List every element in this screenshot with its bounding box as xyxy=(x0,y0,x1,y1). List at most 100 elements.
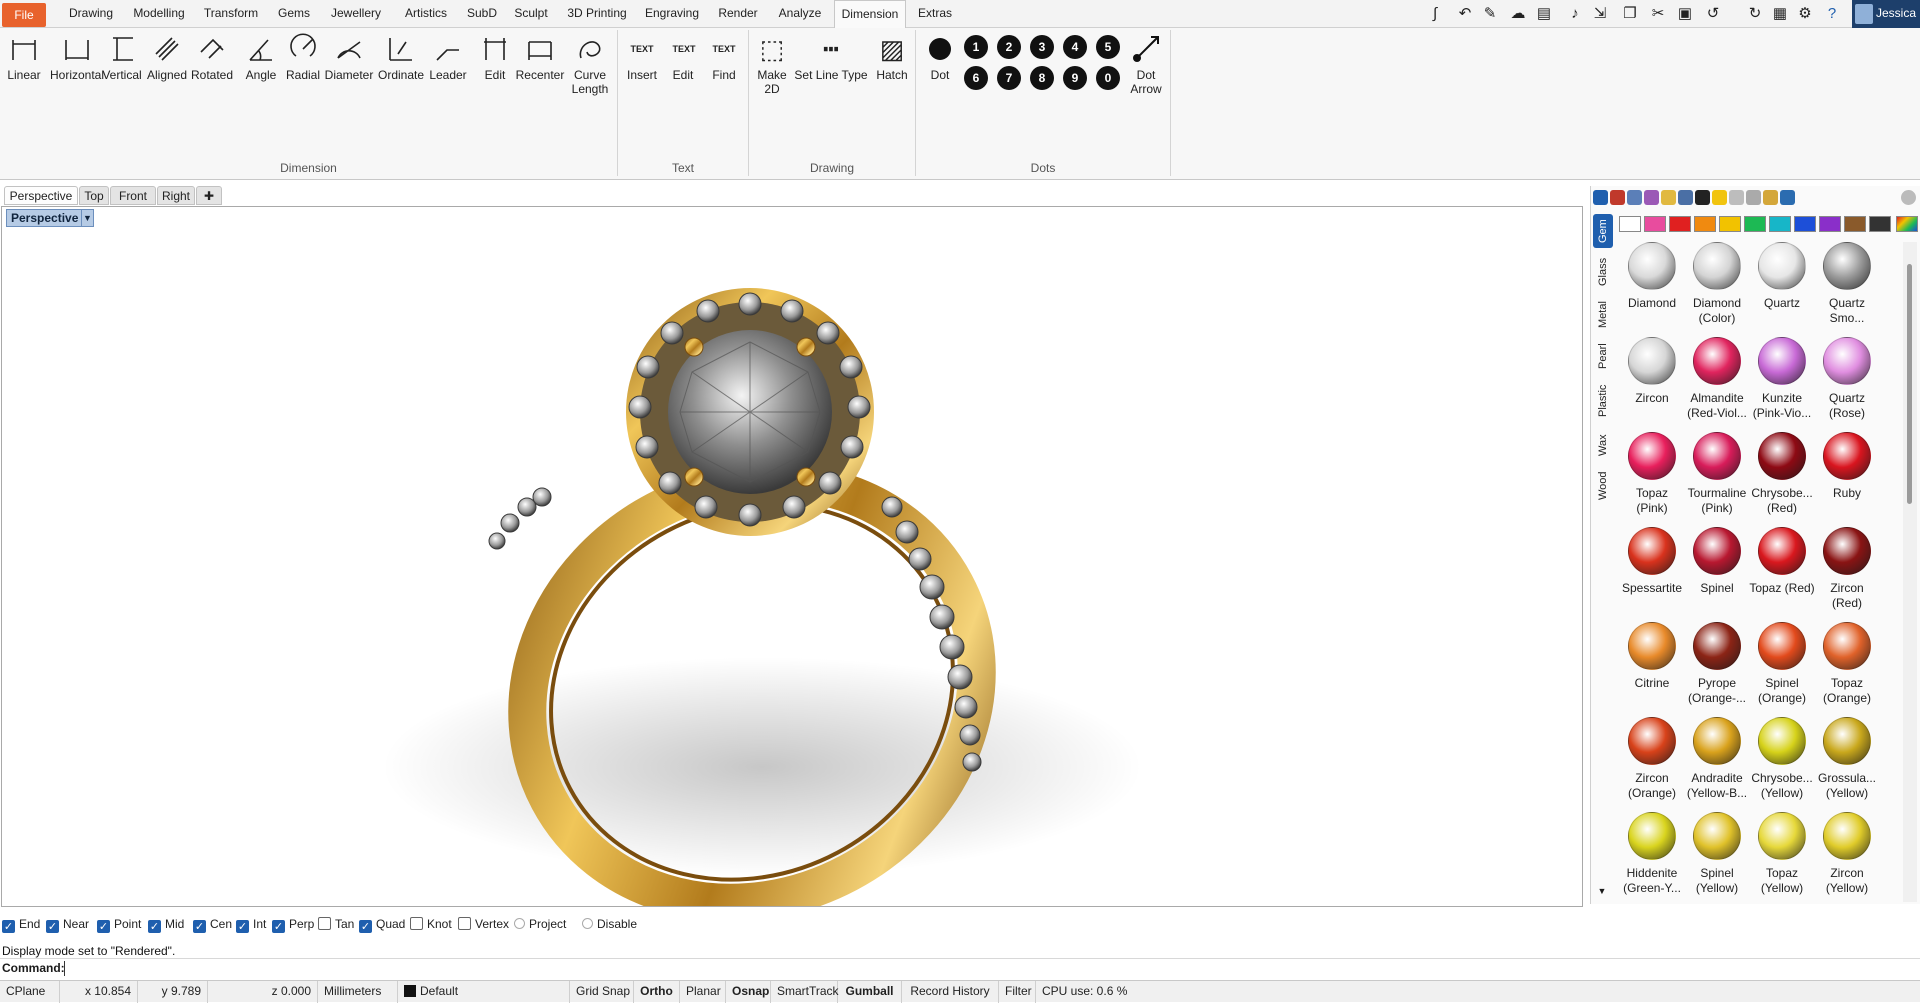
osnap-near[interactable]: Near xyxy=(46,916,89,933)
osnap-int[interactable]: Int xyxy=(236,916,266,933)
gem-andradite-yellow-b[interactable]: Andradite (Yellow-B... xyxy=(1684,717,1750,811)
text-insert-tool[interactable]: TEXT Insert xyxy=(624,32,660,132)
gem-grossula-yellow[interactable]: Grossula... (Yellow) xyxy=(1814,717,1880,811)
gear-icon[interactable] xyxy=(1901,190,1916,205)
osnap-disable[interactable]: Disable xyxy=(582,916,637,932)
text-find-tool[interactable]: TEXT Find xyxy=(706,32,742,132)
dimension-curve-length-tool[interactable]: Curve Length xyxy=(567,32,613,132)
dimension-linear-tool[interactable]: Linear xyxy=(4,32,44,132)
menu-tab-subd[interactable]: SubD xyxy=(462,0,502,28)
clapper-icon[interactable]: ▤ xyxy=(1534,4,1554,24)
color-swatch[interactable] xyxy=(1619,216,1641,232)
gem-topaz-orange[interactable]: Topaz (Orange) xyxy=(1814,622,1880,716)
osnap-tan[interactable]: Tan xyxy=(318,916,354,932)
status-toggle-filter[interactable]: Filter xyxy=(999,981,1036,1003)
settings-icon[interactable]: ⚙ xyxy=(1795,4,1815,24)
hatch-tool[interactable]: ▨ Hatch xyxy=(872,32,912,132)
gem-zircon-yellow[interactable]: Zircon (Yellow) xyxy=(1814,812,1880,902)
viewport-perspective[interactable]: Perspective ▼ xyxy=(1,206,1583,907)
menu-tab-sculpt[interactable]: Sculpt xyxy=(506,0,556,28)
undo-icon[interactable]: ↺ xyxy=(1703,4,1723,24)
dimension-angle-tool[interactable]: Angle xyxy=(243,32,279,132)
dot-number-3-button[interactable]: 3 xyxy=(1030,35,1054,59)
microphone-icon[interactable]: ♪ xyxy=(1565,4,1585,24)
sun-icon[interactable] xyxy=(1763,190,1778,205)
gem-diamond-color[interactable]: Diamond (Color) xyxy=(1684,242,1750,336)
menu-tab-render[interactable]: Render xyxy=(712,0,764,28)
checkbox-icon[interactable] xyxy=(359,920,372,933)
gem-spinel[interactable]: Spinel xyxy=(1684,527,1750,621)
dot-number-4-button[interactable]: 4 xyxy=(1063,35,1087,59)
osnap-vertex[interactable]: Vertex xyxy=(458,916,509,932)
dot-number-0-button[interactable]: 0 xyxy=(1096,66,1120,90)
menu-tab-extras[interactable]: Extras xyxy=(912,0,958,28)
dot-number-6-button[interactable]: 6 xyxy=(964,66,988,90)
checkbox-icon[interactable] xyxy=(46,920,59,933)
dimension-rotated-tool[interactable]: Rotated xyxy=(190,32,234,132)
folder-icon[interactable] xyxy=(1661,190,1676,205)
menu-tab-transform[interactable]: Transform xyxy=(196,0,266,28)
tab-glass[interactable]: Glass xyxy=(1593,252,1613,292)
status-toggle-smarttrack[interactable]: SmartTrack xyxy=(771,981,839,1003)
tab-plastic[interactable]: Plastic xyxy=(1593,378,1613,424)
calendar-icon[interactable] xyxy=(1746,190,1761,205)
gem-zircon-orange[interactable]: Zircon (Orange) xyxy=(1619,717,1685,811)
bell-icon[interactable] xyxy=(1780,190,1795,205)
gem-spinel-orange[interactable]: Spinel (Orange) xyxy=(1749,622,1815,716)
osnap-end[interactable]: End xyxy=(2,916,40,933)
status-toggle-osnap[interactable]: Osnap xyxy=(726,981,771,1003)
gem-tool-icon[interactable]: ✎ xyxy=(1480,4,1500,24)
radio-icon[interactable] xyxy=(514,918,525,929)
color-swatch[interactable] xyxy=(1694,216,1716,232)
dimension-vertical-tool[interactable]: Vertical xyxy=(100,32,144,132)
checkbox-icon[interactable] xyxy=(193,920,206,933)
dot-number-9-button[interactable]: 9 xyxy=(1063,66,1087,90)
all-colors-swatch[interactable] xyxy=(1896,216,1918,232)
checkbox-icon[interactable] xyxy=(97,920,110,933)
osnap-point[interactable]: Point xyxy=(97,916,141,933)
tab-metal[interactable]: Metal xyxy=(1593,296,1613,334)
color-swatch[interactable] xyxy=(1844,216,1866,232)
radio-icon[interactable] xyxy=(582,918,593,929)
menu-tab-3d-printing[interactable]: 3D Printing xyxy=(562,0,632,28)
checkbox-icon[interactable] xyxy=(318,917,331,930)
dot-tool[interactable]: Dot xyxy=(920,32,960,132)
tab-front[interactable]: Front xyxy=(110,186,156,205)
add-viewport-icon[interactable]: ✚ xyxy=(196,186,222,205)
paste-icon[interactable]: ▣ xyxy=(1675,4,1695,24)
pin-icon[interactable] xyxy=(1729,190,1744,205)
color-swatch[interactable] xyxy=(1744,216,1766,232)
dimension-leader-tool[interactable]: Leader xyxy=(427,32,469,132)
color-swatch[interactable] xyxy=(1819,216,1841,232)
cplane-button[interactable]: CPlane xyxy=(0,981,60,1003)
status-toggle-planar[interactable]: Planar xyxy=(680,981,726,1003)
color-swatch[interactable] xyxy=(1669,216,1691,232)
light-icon[interactable] xyxy=(1712,190,1727,205)
dimension-diameter-tool[interactable]: Diameter xyxy=(323,32,375,132)
dot-number-5-button[interactable]: 5 xyxy=(1096,35,1120,59)
globe-icon[interactable] xyxy=(1593,190,1608,205)
command-input[interactable] xyxy=(64,961,1904,976)
menu-tab-engraving[interactable]: Engraving xyxy=(638,0,706,28)
gem-spessartite[interactable]: Spessartite xyxy=(1619,527,1685,621)
gem-tourmaline-pink[interactable]: Tourmaline (Pink) xyxy=(1684,432,1750,526)
make-2d-tool[interactable]: ⬚ Make 2D xyxy=(754,32,790,132)
tab-perspective[interactable]: Perspective xyxy=(4,186,78,205)
rg-icon[interactable] xyxy=(1695,190,1710,205)
dot-number-8-button[interactable]: 8 xyxy=(1030,66,1054,90)
tab-wood[interactable]: Wood xyxy=(1593,466,1613,506)
snake-icon[interactable]: ∫ xyxy=(1425,4,1445,24)
gem-topaz-yellow[interactable]: Topaz (Yellow) xyxy=(1749,812,1815,902)
dot-arrow-tool[interactable]: Dot Arrow xyxy=(1124,32,1168,132)
osnap-cen[interactable]: Cen xyxy=(193,916,232,933)
osnap-quad[interactable]: Quad xyxy=(359,916,405,933)
tab-wax[interactable]: Wax xyxy=(1593,428,1613,462)
scrollbar-thumb[interactable] xyxy=(1907,264,1912,504)
dimension-aligned-tool[interactable]: Aligned xyxy=(145,32,189,132)
color-swatch[interactable] xyxy=(1769,216,1791,232)
gem-kunzite-pink-vio[interactable]: Kunzite (Pink-Vio... xyxy=(1749,337,1815,431)
save-icon[interactable]: ▦ xyxy=(1770,4,1790,24)
units-button[interactable]: Millimeters xyxy=(318,981,398,1003)
texture-icon[interactable] xyxy=(1644,190,1659,205)
dimension-radial-tool[interactable]: Radial xyxy=(282,32,324,132)
